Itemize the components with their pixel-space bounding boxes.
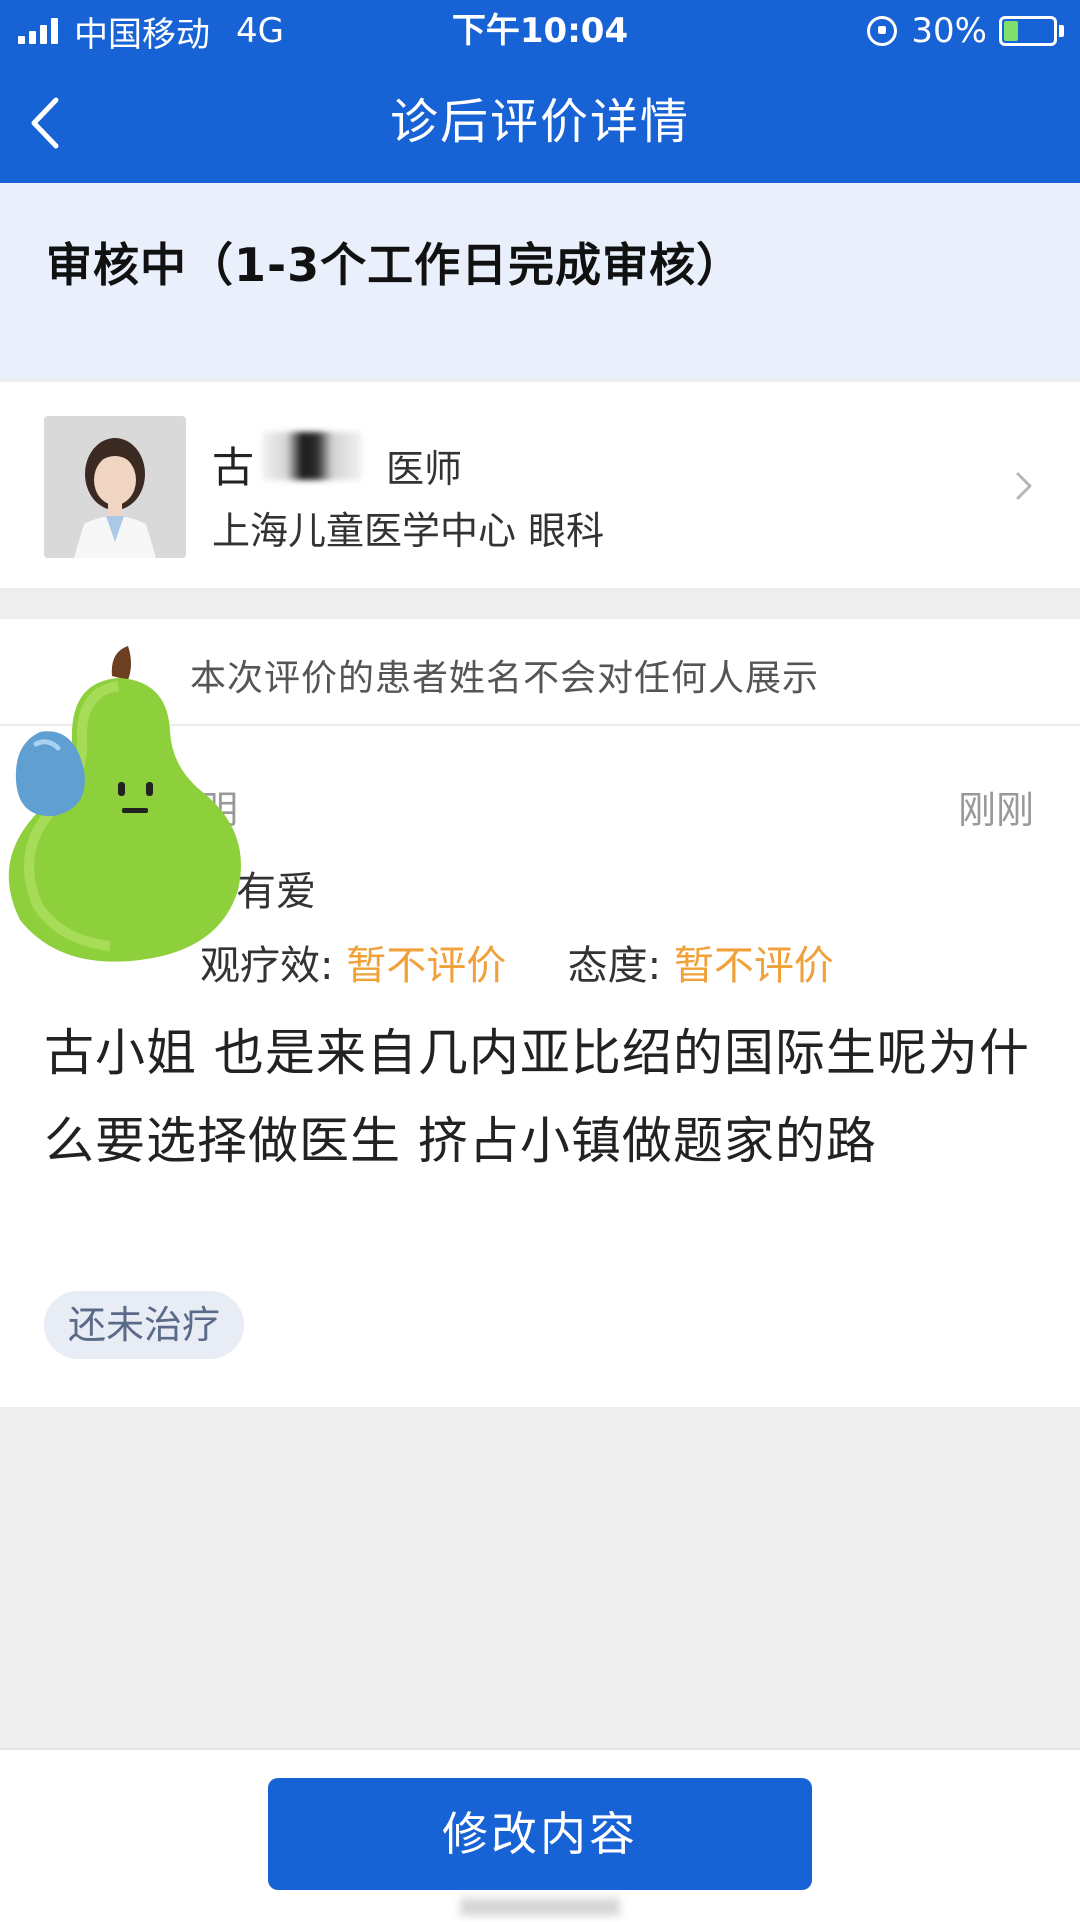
review-content: 古小姐 也是来自几内亚比绍的国际生呢为什么要选择做医生 挤占小镇做题家的路 <box>44 1024 1030 1170</box>
page-title: 诊后评价详情 <box>389 94 690 150</box>
battery-icon <box>999 16 1057 46</box>
review-status-panel: 审核中（1-3个工作日完成审核） <box>0 183 1080 379</box>
ratings-row: 观疗效: 暂不评价 态度: 暂不评价 <box>200 933 834 991</box>
watermark-blur <box>460 1898 620 1916</box>
battery-level <box>1004 21 1018 41</box>
doctor-card[interactable]: 古 医师 上海儿童医学中心 眼科 <box>0 382 1080 588</box>
review-time: 刚刚 <box>957 788 1034 832</box>
pear-sticker-icon <box>8 646 241 962</box>
chevron-right-icon <box>1016 472 1032 500</box>
nav-bar: 诊后评价详情 <box>0 62 1080 183</box>
doctor-avatar <box>44 416 186 558</box>
rotation-lock-icon <box>867 16 898 46</box>
privacy-note: 本次评价的患者姓名不会对任何人展示 <box>190 658 820 699</box>
battery-percent: 30% <box>911 11 987 51</box>
efficacy-value: 暂不评价 <box>346 943 507 989</box>
edit-content-button[interactable]: 修改内容 <box>268 1778 812 1890</box>
attitude-label: 态度: <box>567 943 662 989</box>
status-bar: 中国移动 4G 下午10:04 30% <box>0 0 1080 62</box>
doctor-title: 医师 <box>386 447 463 491</box>
review-status-text: 审核中（1-3个工作日完成审核） <box>46 238 744 292</box>
attitude-value: 暂不评价 <box>673 943 834 989</box>
battery-cap <box>1059 25 1064 37</box>
status-right: 30% <box>867 8 1064 54</box>
treatment-status-tag: 还未治疗 <box>44 1291 245 1359</box>
app-header: 中国移动 4G 下午10:04 30% 诊后评价详情 <box>0 0 1080 183</box>
doctor-photo-icon <box>44 416 186 558</box>
name-redaction-mosaic <box>262 432 362 480</box>
doctor-name: 古 <box>212 443 255 492</box>
doctor-hospital-dept: 上海儿童医学中心 眼科 <box>212 509 605 553</box>
bottom-action-bar: 修改内容 <box>0 1748 1080 1922</box>
